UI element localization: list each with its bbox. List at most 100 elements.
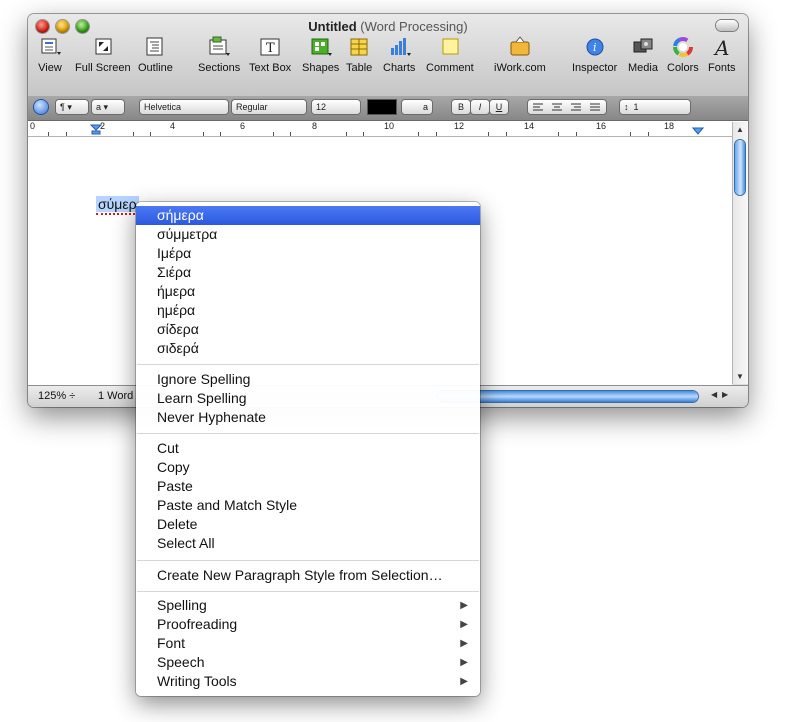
toolbar-colors[interactable]: Colors	[667, 36, 699, 74]
charts-icon	[387, 36, 412, 58]
ruler-tick	[150, 132, 151, 136]
sections-icon	[207, 36, 231, 58]
misspelled-word[interactable]: σύμερ	[96, 196, 139, 215]
outline-icon	[143, 36, 167, 58]
bold-button[interactable]: B	[452, 100, 470, 114]
alignment-buttons[interactable]	[528, 100, 606, 114]
line-spacing-popup[interactable]: ↕ 1	[620, 100, 690, 114]
toolbar-media[interactable]: Media	[628, 36, 658, 74]
highlight-color-well[interactable]: a	[402, 100, 432, 114]
toolbar-inspector[interactable]: i Inspector	[572, 36, 617, 74]
toolbar-comment[interactable]: Comment	[426, 36, 474, 74]
menu-item-create-paragraph-style[interactable]: Create New Paragraph Style from Selectio…	[136, 566, 480, 585]
toolbar-fonts[interactable]: A Fonts	[708, 36, 736, 74]
table-icon	[347, 36, 371, 58]
toolbar-shapes[interactable]: Shapes	[302, 36, 339, 74]
menu-item-learn-spelling[interactable]: Learn Spelling	[136, 389, 480, 408]
underline-button[interactable]: U	[490, 100, 508, 114]
suggestion-item[interactable]: σιδερά	[136, 339, 480, 358]
toolbar-charts[interactable]: Charts	[383, 36, 415, 74]
styles-drawer-icon[interactable]	[34, 100, 48, 114]
fonts-icon: A	[710, 36, 734, 60]
paragraph-style-popup[interactable]: ¶ ▾	[56, 100, 88, 114]
color-wheel-icon	[671, 36, 695, 58]
view-icon	[38, 36, 62, 58]
ruler-tick	[436, 132, 437, 136]
menu-item-never-hyphenate[interactable]: Never Hyphenate	[136, 408, 480, 427]
menu-separator	[137, 433, 479, 434]
vertical-scrollbar[interactable]: ▲ ▼	[732, 122, 748, 384]
ruler-tick	[648, 132, 649, 136]
suggestion-item[interactable]: σήμερα	[136, 206, 480, 225]
menu-item-ignore-spelling[interactable]: Ignore Spelling	[136, 370, 480, 389]
menu-separator	[137, 364, 479, 365]
scroll-down-arrow-icon[interactable]: ▼	[736, 372, 744, 381]
menu-item-paste-match-style[interactable]: Paste and Match Style	[136, 496, 480, 515]
italic-button[interactable]: I	[471, 100, 489, 114]
scroll-right-arrow-icon[interactable]: ▶	[722, 390, 728, 399]
ruler-tick	[506, 132, 507, 136]
format-bar: ¶ ▾ a ▾ Helvetica Regular 12 a B I U ↕ 1	[28, 96, 748, 121]
menu-item-cut[interactable]: Cut	[136, 439, 480, 458]
ruler-tick	[133, 132, 134, 136]
shapes-icon	[309, 36, 333, 58]
toolbar-text-box[interactable]: T Text Box	[249, 36, 291, 74]
font-size-field[interactable]: 12	[312, 100, 360, 114]
full-screen-icon	[91, 36, 115, 58]
suggestion-item[interactable]: ημέρα	[136, 301, 480, 320]
submenu-proofreading[interactable]: Proofreading ▶	[136, 615, 480, 634]
suggestion-item[interactable]: Ιμέρα	[136, 244, 480, 263]
scroll-up-arrow-icon[interactable]: ▲	[736, 125, 744, 134]
comment-icon	[438, 36, 462, 58]
submenu-arrow-icon: ▶	[460, 676, 468, 687]
ruler-tick	[220, 132, 221, 136]
font-style-popup[interactable]: Regular	[232, 100, 306, 114]
menu-separator	[137, 591, 479, 592]
toolbar-iwork[interactable]: iWork.com	[494, 36, 546, 74]
ruler-tick	[66, 132, 67, 136]
toolbar-table[interactable]: Table	[346, 36, 372, 74]
suggestion-item[interactable]: ήμερα	[136, 282, 480, 301]
ruler-tick	[558, 132, 559, 136]
toolbar-sections[interactable]: Sections	[198, 36, 240, 74]
ruler-tick	[346, 132, 347, 136]
menu-item-paste[interactable]: Paste	[136, 477, 480, 496]
vertical-scroll-thumb[interactable]	[735, 140, 745, 195]
scroll-left-arrow-icon[interactable]: ◀	[711, 390, 717, 399]
left-indent-marker-icon[interactable]	[90, 124, 102, 136]
ruler-tick	[273, 132, 274, 136]
submenu-arrow-icon: ▶	[460, 657, 468, 668]
suggestion-item[interactable]: Σιέρα	[136, 263, 480, 282]
ruler-tick	[363, 132, 364, 136]
right-indent-marker-icon[interactable]	[692, 124, 704, 136]
submenu-spelling[interactable]: Spelling ▶	[136, 596, 480, 615]
info-icon: i	[583, 36, 607, 58]
ruler-tick	[48, 132, 49, 136]
suggestion-item[interactable]: σίδερα	[136, 320, 480, 339]
toolbar-outline[interactable]: Outline	[138, 36, 173, 74]
font-family-popup[interactable]: Helvetica	[140, 100, 228, 114]
menu-item-delete[interactable]: Delete	[136, 515, 480, 534]
alignment-icons	[533, 103, 600, 111]
character-style-popup[interactable]: a ▾	[92, 100, 124, 114]
toolbar-view[interactable]: View	[38, 36, 62, 74]
submenu-writing-tools[interactable]: Writing Tools ▶	[136, 672, 480, 691]
ruler-tick	[290, 132, 291, 136]
text-color-well[interactable]	[368, 100, 396, 114]
ruler-tick	[576, 132, 577, 136]
toolbar-full-screen[interactable]: Full Screen	[75, 36, 131, 74]
submenu-speech[interactable]: Speech ▶	[136, 653, 480, 672]
menu-item-copy[interactable]: Copy	[136, 458, 480, 477]
context-menu: σήμερα σύμμετρα Ιμέρα Σιέρα ήμερα ημέρα …	[136, 202, 480, 696]
submenu-font[interactable]: Font ▶	[136, 634, 480, 653]
zoom-popup[interactable]: 125% ÷	[38, 390, 75, 402]
menu-separator	[137, 560, 479, 561]
suggestion-item[interactable]: σύμμετρα	[136, 225, 480, 244]
toolbar: View Full Screen Outline Sections T Text…	[28, 36, 748, 94]
menu-item-select-all[interactable]: Select All	[136, 534, 480, 553]
ruler[interactable]: 0 2 4 6 8 10 12 14 16 18	[28, 121, 748, 137]
word-count: 1 Word	[98, 390, 134, 402]
svg-text:i: i	[593, 41, 597, 54]
ruler-tick	[203, 132, 204, 136]
submenu-arrow-icon: ▶	[460, 619, 468, 630]
